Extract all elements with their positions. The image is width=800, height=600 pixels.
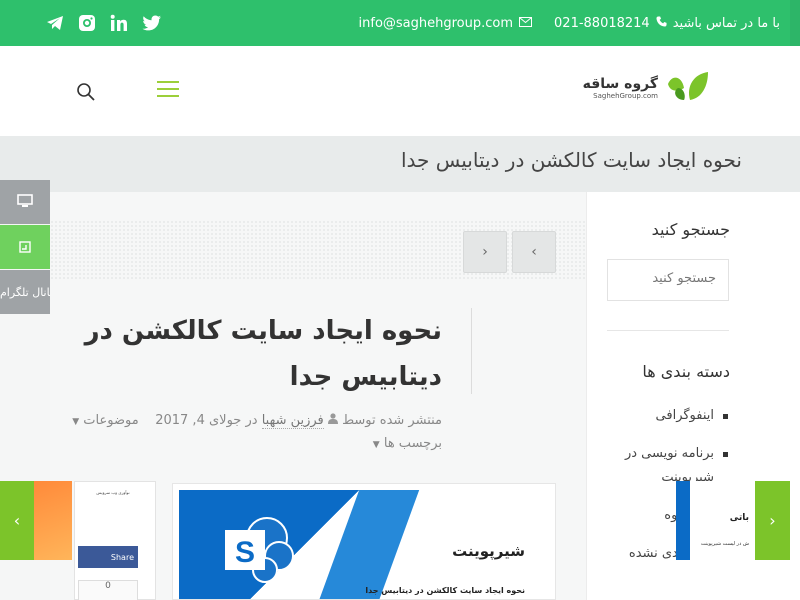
- menu-toggle-icon[interactable]: [157, 81, 179, 97]
- previous-post-button[interactable]: ‹: [512, 231, 556, 273]
- desktop-icon: [17, 193, 33, 212]
- linkedin-icon[interactable]: [110, 14, 128, 32]
- chevron-left-icon: ‹: [13, 511, 21, 530]
- chevron-right-icon: ›: [769, 511, 776, 530]
- post-title: نحوه ایجاد سایت کالکشن در دیتابیس جدا: [84, 316, 442, 392]
- prev-post-arrow[interactable]: ‹: [0, 481, 34, 560]
- phone-number[interactable]: 021-88018214: [554, 16, 650, 31]
- image-heading: شیرپوینت: [452, 542, 525, 560]
- post-meta: منتشر شده توسط فرزین شهبا در جولای 4, 20…: [62, 410, 442, 456]
- phone-square-icon: [19, 238, 31, 257]
- category-item[interactable]: اینفوگرافی: [610, 404, 728, 428]
- user-icon: [324, 413, 338, 428]
- page-title: نحوه ایجاد سایت کالکشن در دیتابیس جدا: [400, 148, 742, 172]
- twitter-icon[interactable]: [142, 15, 162, 31]
- mobile-view-button[interactable]: [0, 225, 50, 269]
- social-links: [46, 0, 162, 46]
- next-post-title: باتی: [729, 513, 749, 523]
- email-icon: [519, 16, 533, 31]
- chevron-left-icon: ‹: [531, 244, 537, 260]
- next-post-arrow[interactable]: ›: [755, 481, 790, 560]
- categories-widget-title: دسته بندی ها: [642, 362, 730, 381]
- meta-in: در: [245, 413, 258, 428]
- next-post-sub: ش در لیست شیرپوینت: [700, 541, 749, 547]
- sidebar-divider: [607, 330, 729, 331]
- topics-link[interactable]: موضوعات: [83, 413, 138, 428]
- title-divider: [471, 308, 472, 394]
- logo-domain: SaghehGroup.com: [593, 92, 658, 100]
- caret-down-icon: ▼: [372, 440, 380, 450]
- chevron-right-icon: ›: [482, 244, 488, 260]
- next-post-thumbnail[interactable]: باتی ش در لیست شیرپوینت: [676, 481, 755, 560]
- desktop-view-button[interactable]: [0, 180, 50, 224]
- search-input[interactable]: جستجو کنید: [607, 259, 729, 301]
- page-title-bar: نحوه ایجاد سایت کالکشن در دیتابیس جدا: [0, 136, 800, 192]
- logo-name: گروه ساقه: [582, 76, 658, 92]
- post-date: جولای 4, 2017: [155, 413, 242, 428]
- prev-post-thumbnail[interactable]: [34, 481, 72, 560]
- logo-leaf-icon: [668, 72, 708, 100]
- share-count: 0: [78, 580, 138, 600]
- top-bar: با ما در تماس باشید 021-88018214 info@sa…: [0, 0, 800, 46]
- post-featured-image[interactable]: S شیرپوینت نحوه ایجاد سایت کالکشن در دیت…: [172, 483, 556, 600]
- meta-published: منتشر شده توسط: [342, 413, 442, 428]
- contact-prefix: با ما در تماس باشید: [672, 15, 780, 31]
- site-header: گروه ساقه SaghehGroup.com: [0, 46, 800, 136]
- share-card-heading: نوآوری وب سرویس: [96, 490, 130, 495]
- sharepoint-logo-icon: S: [219, 516, 299, 590]
- share-card: نوآوری وب سرویس Share 0: [74, 481, 156, 600]
- share-button[interactable]: Share: [78, 546, 138, 568]
- page: با ما در تماس باشید 021-88018214 info@sa…: [0, 0, 800, 600]
- search-widget-title: جستجو کنید: [651, 220, 730, 239]
- tags-link[interactable]: برچسب ها: [384, 436, 442, 451]
- email-link[interactable]: info@saghehgroup.com: [359, 16, 514, 31]
- site-logo[interactable]: گروه ساقه SaghehGroup.com: [583, 70, 710, 106]
- image-caption: نحوه ایجاد سایت کالکشن در دیتابیس جدا: [365, 586, 525, 595]
- next-post-button[interactable]: ›: [463, 231, 507, 273]
- author-link[interactable]: فرزین شهبا: [261, 413, 324, 429]
- contact-info: با ما در تماس باشید 021-88018214 info@sa…: [359, 0, 780, 46]
- thumbnail-blue-shape: [676, 481, 690, 560]
- instagram-icon[interactable]: [78, 14, 96, 32]
- svg-text:S: S: [235, 536, 255, 569]
- phone-icon: [656, 15, 667, 31]
- caret-down-icon: ▼: [72, 417, 80, 427]
- telegram-channel-button[interactable]: کانال تلگرام: [0, 270, 50, 314]
- telegram-icon[interactable]: [46, 15, 64, 31]
- search-icon[interactable]: [76, 82, 96, 106]
